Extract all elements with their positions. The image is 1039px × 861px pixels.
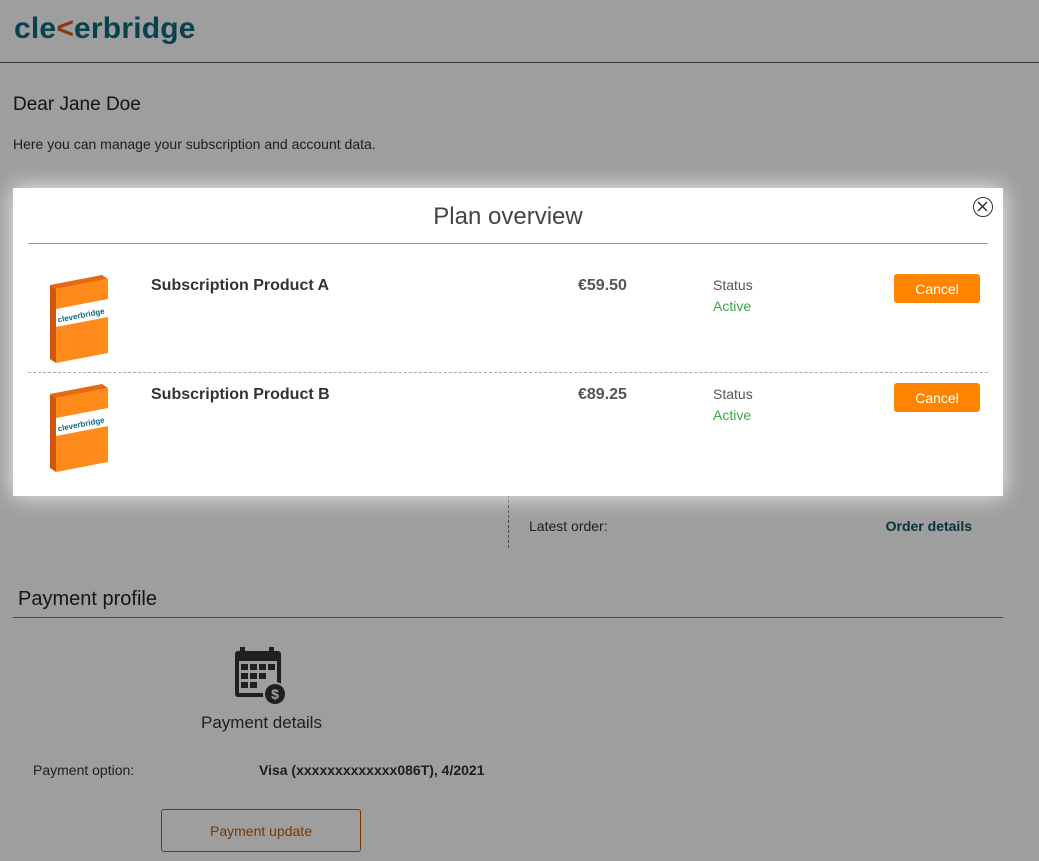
modal-divider — [28, 243, 988, 244]
status-value: Active — [713, 407, 752, 423]
plan-overview-modal: Plan overview cleverbridge Subscription … — [13, 188, 1003, 496]
product-price: €59.50 — [578, 277, 627, 294]
modal-title: Plan overview — [433, 203, 583, 230]
product-box-icon: cleverbridge — [50, 384, 108, 472]
plan-row: cleverbridge Subscription Product B €89.… — [28, 372, 988, 481]
product-name: Subscription Product B — [151, 386, 330, 403]
product-price: €89.25 — [578, 386, 627, 403]
product-name: Subscription Product A — [151, 277, 330, 294]
close-icon[interactable] — [973, 197, 993, 217]
status-value: Active — [713, 298, 752, 314]
plan-row: cleverbridge Subscription Product A €59.… — [28, 263, 988, 372]
status-label: Status — [713, 277, 753, 293]
status-label: Status — [713, 386, 753, 402]
cancel-button[interactable]: Cancel — [894, 383, 980, 412]
product-box-icon: cleverbridge — [50, 275, 108, 363]
cancel-button[interactable]: Cancel — [894, 274, 980, 303]
